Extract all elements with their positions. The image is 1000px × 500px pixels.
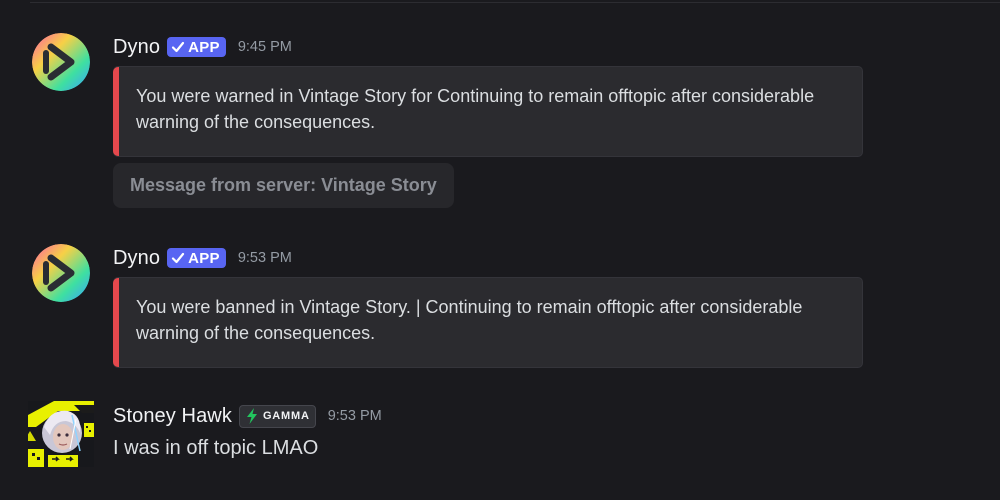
app-badge: APP	[167, 248, 226, 268]
chat-message-list: Dyno APP 9:45 PM You were warned in Vint…	[0, 0, 1000, 500]
dyno-logo-icon	[32, 33, 90, 91]
timestamp: 9:45 PM	[237, 39, 292, 55]
gamma-badge-label: GAMMA	[262, 410, 310, 422]
checkmark-icon	[171, 40, 185, 54]
embed: You were warned in Vintage Story for Con…	[113, 66, 863, 157]
user-avatar[interactable]	[28, 401, 94, 467]
message-header: Dyno APP 9:45 PM	[113, 33, 292, 61]
timestamp: 9:53 PM	[237, 250, 292, 266]
gamma-badge[interactable]: GAMMA	[238, 404, 316, 428]
app-badge-label: APP	[188, 38, 220, 56]
dyno-avatar[interactable]	[32, 244, 90, 302]
message-header: Dyno APP 9:53 PM	[113, 244, 292, 272]
checkmark-icon	[171, 251, 185, 265]
dyno-avatar[interactable]	[32, 33, 90, 91]
embed-color-bar	[113, 67, 119, 156]
embed-description: You were banned in Vintage Story. | Cont…	[136, 297, 803, 343]
username[interactable]: Dyno	[113, 36, 160, 59]
app-badge-label: APP	[188, 249, 220, 267]
message-text: I was in off topic LMAO	[113, 437, 319, 459]
app-badge: APP	[167, 37, 226, 57]
embed-color-bar	[113, 278, 119, 367]
username[interactable]: Stoney Hawk	[113, 405, 232, 428]
user-avatar-image	[28, 401, 94, 467]
embed: You were banned in Vintage Story. | Cont…	[113, 277, 863, 368]
dyno-logo-icon	[32, 244, 90, 302]
divider	[30, 2, 1000, 3]
username[interactable]: Dyno	[113, 247, 160, 270]
message-header: Stoney Hawk GAMMA 9:53 PM	[113, 402, 382, 430]
embed-description: You were warned in Vintage Story for Con…	[136, 86, 815, 132]
lightning-bolt-icon	[243, 407, 261, 425]
timestamp: 9:53 PM	[327, 408, 382, 424]
server-note: Message from server: Vintage Story	[113, 163, 454, 208]
